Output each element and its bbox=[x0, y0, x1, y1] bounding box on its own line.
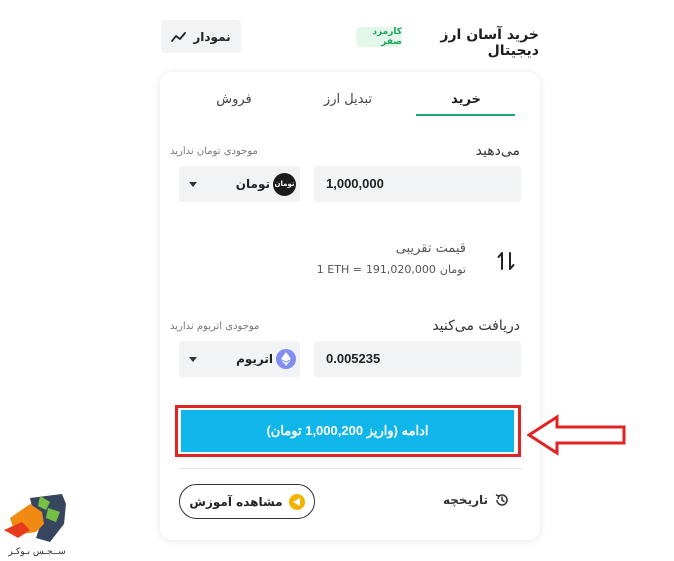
view-tutorial-button[interactable]: مشاهده آموزش bbox=[179, 484, 315, 519]
rate-prefix: 1 ETH = bbox=[316, 263, 362, 276]
tab-sell[interactable]: فروش bbox=[186, 92, 282, 107]
tab-convert[interactable]: تبدیل ارز bbox=[300, 92, 396, 107]
page-title: خرید آسان ارز دیجیتال bbox=[440, 27, 539, 59]
active-tab-indicator bbox=[416, 114, 515, 116]
pay-balance-hint: موجودی تومان ندارید bbox=[170, 146, 258, 157]
receive-balance-hint: موجودی اتریوم ندارید bbox=[170, 321, 260, 332]
receive-currency-label: اتریوم bbox=[236, 352, 273, 366]
chart-button-label: نمودار bbox=[193, 29, 231, 44]
pay-currency-select[interactable]: تومان تومان bbox=[179, 166, 300, 202]
rate-value: 191,020,000 bbox=[365, 263, 436, 276]
rate-unit: تومان bbox=[439, 263, 466, 276]
tab-buy[interactable]: خرید bbox=[418, 92, 514, 107]
zero-fee-badge: کارمزد صفر bbox=[356, 27, 402, 47]
receive-label: دریافت می‌کنید bbox=[432, 318, 520, 334]
ethereum-icon bbox=[276, 349, 296, 369]
continue-button[interactable]: ادامه (واریز 1,000,200 تومان) bbox=[181, 410, 514, 452]
tutorial-label: مشاهده آموزش bbox=[189, 494, 283, 509]
watermark-text: ســجـس بـوکـر bbox=[8, 547, 66, 557]
rate-line: 1 ETH = 191,020,000 تومان bbox=[300, 263, 466, 276]
chart-line-icon bbox=[171, 31, 187, 42]
annotation-arrow-icon bbox=[527, 414, 626, 456]
receive-currency-select[interactable]: اتریوم bbox=[179, 341, 300, 377]
pay-amount-value: 1,000,000 bbox=[326, 176, 384, 191]
receive-amount-field[interactable]: 0.005235 bbox=[314, 341, 521, 377]
watermark-logo bbox=[4, 494, 66, 542]
caret-down-icon bbox=[189, 181, 197, 187]
pay-currency-label: تومان bbox=[235, 177, 270, 191]
history-label: تاریخچه bbox=[443, 493, 488, 507]
rate-label: قیمت تقریبی bbox=[395, 241, 466, 256]
history-icon bbox=[495, 494, 508, 506]
footer-divider bbox=[178, 468, 522, 469]
chart-button[interactable]: نمودار bbox=[161, 20, 241, 53]
toman-coin-icon: تومان bbox=[273, 172, 296, 196]
pay-label: می‌دهید bbox=[475, 143, 520, 159]
play-icon bbox=[288, 493, 305, 510]
receive-amount-value: 0.005235 bbox=[326, 351, 381, 366]
history-link[interactable]: تاریخچه bbox=[441, 492, 510, 508]
swap-arrows-icon[interactable] bbox=[495, 250, 517, 272]
pay-amount-field[interactable]: 1,000,000 bbox=[314, 166, 521, 202]
caret-down-icon bbox=[189, 356, 197, 362]
